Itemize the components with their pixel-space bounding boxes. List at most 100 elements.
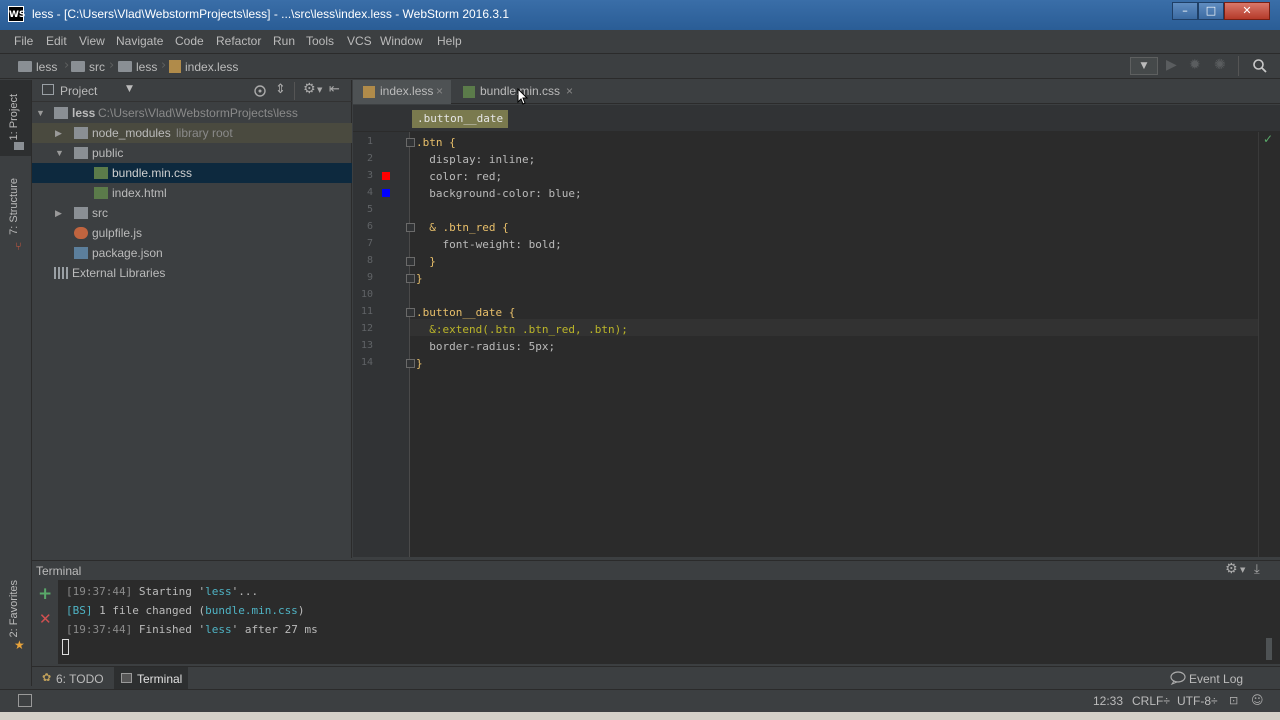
coverage-icon[interactable]: ✺ — [1214, 57, 1226, 73]
code-line-7: font-weight: bold; — [416, 238, 562, 251]
fold-marker-icon[interactable] — [406, 223, 415, 232]
maximize-button[interactable]: □ — [1198, 2, 1224, 20]
tree-node-less[interactable]: ▼ less C:\Users\Vlad\WebstormProjects\le… — [32, 103, 352, 123]
menu-refactor[interactable]: Refactor — [216, 34, 261, 48]
new-session-icon[interactable]: + — [38, 584, 52, 604]
expanded-arrow-icon[interactable]: ▼ — [36, 103, 45, 123]
menu-file[interactable]: File — [14, 34, 33, 48]
code-line-9: } — [416, 272, 423, 285]
breadcrumb-less-sub[interactable]: less — [118, 60, 157, 74]
menu-vcs[interactable]: VCS — [347, 34, 372, 48]
menu-code[interactable]: Code — [175, 34, 204, 48]
gear-icon[interactable]: ⚙ — [1225, 561, 1238, 577]
encoding-selector[interactable]: UTF-8÷ — [1177, 694, 1218, 708]
close-window-button[interactable]: ✕ — [1224, 2, 1270, 20]
menu-edit[interactable]: Edit — [46, 34, 67, 48]
run-icon[interactable]: ▶ — [1166, 57, 1177, 73]
minimize-button[interactable]: – — [1172, 2, 1198, 20]
structure-tool-tab[interactable]: 7: Structure — [8, 178, 20, 235]
fold-marker-icon[interactable] — [406, 257, 415, 266]
fold-marker-icon[interactable] — [406, 359, 415, 368]
menu-help[interactable]: Help — [437, 34, 462, 48]
line-separator-selector[interactable]: CRLF÷ — [1132, 694, 1170, 708]
line-number: 12 — [360, 323, 373, 334]
breadcrumb-index-less[interactable]: index.less — [169, 60, 238, 74]
tree-node-gulpfile-js[interactable]: gulpfile.js — [32, 223, 352, 243]
search-everywhere-icon[interactable] — [1252, 58, 1268, 74]
hide-panel-icon[interactable]: ⇤ — [329, 82, 340, 97]
css-file-icon — [94, 167, 108, 179]
hide-panel-icon[interactable]: ⤓ — [1254, 562, 1260, 577]
fold-marker-icon[interactable] — [406, 274, 415, 283]
status-bar: 12:33 CRLF÷ UTF-8÷ ⊡ ☺ — [0, 689, 1280, 712]
menu-navigate[interactable]: Navigate — [116, 34, 163, 48]
terminal-title: Terminal — [36, 564, 82, 578]
tab-index-less[interactable]: index.less × — [353, 80, 451, 104]
terminal-header: Terminal ⚙ ▼ ⤓ — [32, 560, 1280, 580]
terminal-line: [19:37:44] Starting 'less'... — [66, 585, 258, 598]
structure-crumb[interactable]: .button__date — [412, 110, 509, 128]
event-log-tool-tab[interactable]: Event Log — [1189, 672, 1243, 686]
terminal-scrollbar[interactable] — [1266, 638, 1272, 660]
terminal-timestamp: [19:37:44] — [66, 585, 133, 598]
folder-icon — [54, 107, 68, 119]
code-line-6: & .btn_red { — [416, 221, 509, 234]
chevron-down-icon[interactable]: ▼ — [1240, 566, 1245, 574]
tree-node-public[interactable]: ▼ public — [32, 143, 352, 163]
breadcrumb-label: index.less — [185, 60, 239, 74]
menu-tools[interactable]: Tools — [306, 34, 334, 48]
project-tool-tab[interactable]: 1: Project — [8, 94, 20, 140]
close-session-icon[interactable]: ✕ — [39, 610, 52, 628]
tree-node-external-libraries[interactable]: External Libraries — [32, 263, 352, 283]
caret-position[interactable]: 12:33 — [1093, 694, 1123, 708]
tree-label: bundle.min.css — [112, 166, 193, 180]
star-icon: ★ — [14, 638, 25, 652]
terminal-tool-tab[interactable]: Terminal — [137, 672, 182, 686]
tree-node-index-html[interactable]: index.html — [32, 183, 352, 203]
fold-marker-icon[interactable] — [406, 308, 415, 317]
editor-error-stripe[interactable]: ✓ — [1258, 132, 1280, 557]
line-number: 1 — [366, 136, 373, 147]
run-config-dropdown[interactable]: ▼ — [1130, 57, 1158, 75]
tab-label: index.less — [380, 84, 434, 98]
breadcrumb-src[interactable]: src — [71, 60, 105, 74]
chevron-down-icon[interactable]: ▼ — [317, 86, 322, 94]
tree-node-bundle-min-css[interactable]: bundle.min.css — [32, 163, 352, 183]
project-view-selector[interactable]: Project — [60, 84, 97, 98]
menu-view[interactable]: View — [79, 34, 105, 48]
inspector-icon[interactable]: ☺ — [1251, 693, 1264, 707]
collapsed-arrow-icon[interactable]: ▶ — [55, 203, 62, 223]
chevron-down-icon[interactable]: ▼ — [126, 84, 133, 94]
close-icon[interactable]: × — [566, 80, 573, 103]
favorites-tool-tab[interactable]: 2: Favorites — [8, 580, 20, 637]
tree-node-src[interactable]: ▶ src — [32, 203, 352, 223]
tool-windows-toggle-icon[interactable] — [18, 694, 32, 707]
menu-run[interactable]: Run — [273, 34, 295, 48]
debug-icon[interactable]: ✹ — [1189, 57, 1201, 73]
breadcrumb-less[interactable]: less — [18, 60, 57, 74]
breadcrumb-label: less — [36, 60, 58, 74]
tree-node-node-modules[interactable]: ▶ node_modules library root — [32, 123, 352, 143]
collapse-all-icon[interactable]: ⇕ — [275, 82, 286, 97]
scroll-from-source-icon[interactable] — [253, 84, 267, 98]
breadcrumb-separator: › — [161, 58, 167, 73]
terminal-body[interactable]: + ✕ [19:37:44] Starting 'less'... [BS] 1… — [32, 580, 1280, 664]
code-line-8: } — [416, 255, 436, 268]
less-file-icon — [363, 86, 375, 98]
color-swatch-red[interactable] — [382, 172, 390, 180]
todo-tool-tab[interactable]: 6: TODO — [56, 672, 104, 686]
fold-marker-icon[interactable] — [406, 138, 415, 147]
check-icon: ✓ — [1263, 132, 1274, 146]
code-editor[interactable]: .btn { display: inline; color: red; back… — [406, 132, 1258, 557]
expanded-arrow-icon[interactable]: ▼ — [55, 143, 64, 163]
color-swatch-blue[interactable] — [382, 189, 390, 197]
collapsed-arrow-icon[interactable]: ▶ — [55, 123, 62, 143]
menu-window[interactable]: Window — [380, 34, 423, 48]
close-icon[interactable]: × — [436, 80, 443, 103]
editor-breadcrumb-bar: .button__date — [353, 105, 1280, 132]
lock-icon[interactable]: ⊡ — [1229, 694, 1238, 707]
line-number: 13 — [360, 340, 373, 351]
gear-icon[interactable]: ⚙ — [303, 81, 316, 97]
project-panel-header: Project ▼ ⇕ ⚙ ▼ ⇤ — [32, 80, 352, 102]
tree-node-package-json[interactable]: package.json — [32, 243, 352, 263]
